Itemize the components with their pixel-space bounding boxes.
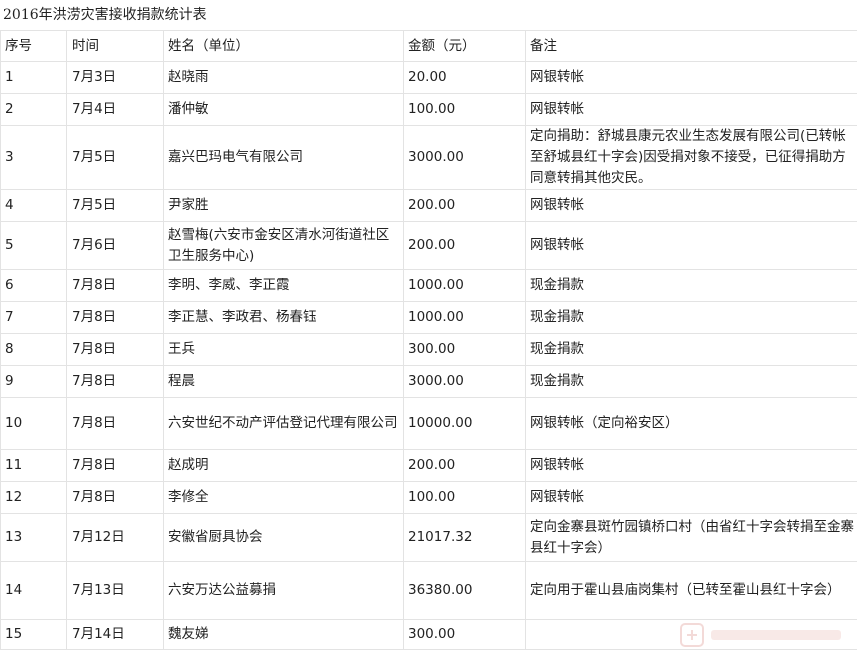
- table-row: 3 7月5日 嘉兴巴玛电气有限公司 3000.00 定向捐助：舒城县康元农业生态发展有限…: [0, 125, 857, 190]
- cell-no: 11: [0, 449, 67, 482]
- cell-no: 6: [0, 269, 67, 302]
- cell-date: 7月5日: [66, 189, 164, 222]
- cell-name: 魏友娣: [163, 619, 404, 650]
- cell-amount: 300.00: [403, 619, 526, 650]
- cell-name: 潘仲敏: [163, 93, 404, 126]
- cell-date: 7月12日: [66, 513, 164, 562]
- cell-name: 赵雪梅(六安市金安区清水河街道社区卫生服务中心): [163, 221, 404, 270]
- cell-no: 13: [0, 513, 67, 562]
- cell-name: 王兵: [163, 333, 404, 366]
- cell-no: 12: [0, 481, 67, 514]
- cell-no: 5: [0, 221, 67, 270]
- cell-note: 网银转帐: [525, 61, 857, 94]
- cell-date: 7月5日: [66, 125, 164, 190]
- table-row: 8 7月8日 王兵 300.00 现金捐款: [0, 333, 857, 366]
- cell-amount: 100.00: [403, 481, 526, 514]
- cell-amount: 200.00: [403, 189, 526, 222]
- cell-date: 7月13日: [66, 561, 164, 620]
- cell-date: 7月4日: [66, 93, 164, 126]
- cell-name: 六安世纪不动产评估登记代理有限公司: [163, 397, 404, 450]
- table-row: 13 7月12日 安徽省厨具协会 21017.32 定向金寨县斑竹园镇桥口村（由省红十字…: [0, 513, 857, 562]
- cell-no: 2: [0, 93, 67, 126]
- cell-amount: 1000.00: [403, 301, 526, 334]
- cell-date: 7月8日: [66, 269, 164, 302]
- cell-amount: 200.00: [403, 221, 526, 270]
- cell-name: 李修全: [163, 481, 404, 514]
- cell-amount: 100.00: [403, 93, 526, 126]
- cell-note: 网银转帐: [525, 189, 857, 222]
- cell-date: 7月8日: [66, 333, 164, 366]
- cell-note: 网银转帐: [525, 93, 857, 126]
- cell-name: 赵成明: [163, 449, 404, 482]
- table-row: 7 7月8日 李正慧、李政君、杨春钰 1000.00 现金捐款: [0, 301, 857, 334]
- donation-table: 序号 时间 姓名（单位） 金额（元） 备注 1 7月3日 赵晓雨 20.00 网银转帐 2…: [0, 30, 857, 650]
- table-row: 4 7月5日 尹家胜 200.00 网银转帐: [0, 189, 857, 222]
- cell-date: 7月3日: [66, 61, 164, 94]
- cell-date: 7月8日: [66, 397, 164, 450]
- cell-note: 定向用于霍山县庙岗集村（已转至霍山县红十字会）: [525, 561, 857, 620]
- cell-name: 李明、李威、李正霞: [163, 269, 404, 302]
- cell-name: 李正慧、李政君、杨春钰: [163, 301, 404, 334]
- cell-note: 现金捐款: [525, 269, 857, 302]
- column-header-no: 序号: [0, 30, 67, 62]
- cell-date: 7月8日: [66, 365, 164, 398]
- cell-date: 7月8日: [66, 301, 164, 334]
- cell-amount: 36380.00: [403, 561, 526, 620]
- cell-date: 7月14日: [66, 619, 164, 650]
- cell-no: 10: [0, 397, 67, 450]
- cell-date: 7月6日: [66, 221, 164, 270]
- column-header-note: 备注: [525, 30, 857, 62]
- cell-note: 现金捐款: [525, 301, 857, 334]
- cell-note: 网银转帐: [525, 449, 857, 482]
- cell-no: 1: [0, 61, 67, 94]
- table-header-row: 序号 时间 姓名（单位） 金额（元） 备注: [0, 30, 857, 62]
- cell-amount: 1000.00: [403, 269, 526, 302]
- cell-date: 7月8日: [66, 481, 164, 514]
- page-title: 2016年洪涝灾害接收捐款统计表: [3, 7, 207, 23]
- cell-amount: 20.00: [403, 61, 526, 94]
- cell-amount: 3000.00: [403, 365, 526, 398]
- cell-note: 现金捐款: [525, 333, 857, 366]
- table-row: 10 7月8日 六安世纪不动产评估登记代理有限公司 10000.00 网银转帐（定向裕安…: [0, 397, 857, 450]
- table-row: 9 7月8日 程晨 3000.00 现金捐款: [0, 365, 857, 398]
- cell-note: 定向金寨县斑竹园镇桥口村（由省红十字会转捐至金寨县红十字会）: [525, 513, 857, 562]
- cell-name: 程晨: [163, 365, 404, 398]
- cell-no: 15: [0, 619, 67, 650]
- table-row: 1 7月3日 赵晓雨 20.00 网银转帐: [0, 61, 857, 94]
- cell-no: 3: [0, 125, 67, 190]
- cell-amount: 21017.32: [403, 513, 526, 562]
- cell-name: 嘉兴巴玛电气有限公司: [163, 125, 404, 190]
- cell-amount: 10000.00: [403, 397, 526, 450]
- cell-name: 六安万达公益募捐: [163, 561, 404, 620]
- cell-amount: 200.00: [403, 449, 526, 482]
- column-header-amount: 金额（元）: [403, 30, 526, 62]
- cell-amount: 3000.00: [403, 125, 526, 190]
- table-row: 6 7月8日 李明、李威、李正霞 1000.00 现金捐款: [0, 269, 857, 302]
- cell-note: 网银转帐: [525, 481, 857, 514]
- cell-name: 赵晓雨: [163, 61, 404, 94]
- cell-no: 4: [0, 189, 67, 222]
- table-row: 5 7月6日 赵雪梅(六安市金安区清水河街道社区卫生服务中心) 200.00 网银转帐: [0, 221, 857, 270]
- cell-note: 现金捐款: [525, 365, 857, 398]
- table-row: 14 7月13日 六安万达公益募捐 36380.00 定向用于霍山县庙岗集村（已转至霍山…: [0, 561, 857, 620]
- column-header-name: 姓名（单位）: [163, 30, 404, 62]
- cell-date: 7月8日: [66, 449, 164, 482]
- cell-note: 网银转帐（定向裕安区）: [525, 397, 857, 450]
- table-row: 11 7月8日 赵成明 200.00 网银转帐: [0, 449, 857, 482]
- table-row: 2 7月4日 潘仲敏 100.00 网银转帐: [0, 93, 857, 126]
- cell-no: 7: [0, 301, 67, 334]
- cell-no: 8: [0, 333, 67, 366]
- cell-no: 14: [0, 561, 67, 620]
- cell-amount: 300.00: [403, 333, 526, 366]
- cell-note: 定向捐助：舒城县康元农业生态发展有限公司(已转帐至舒城县红十字会)因受捐对象不接…: [525, 125, 857, 190]
- watermark-logo: [680, 623, 841, 647]
- cell-no: 9: [0, 365, 67, 398]
- cell-name: 安徽省厨具协会: [163, 513, 404, 562]
- cell-note: 网银转帐: [525, 221, 857, 270]
- table-row: 12 7月8日 李修全 100.00 网银转帐: [0, 481, 857, 514]
- column-header-date: 时间: [66, 30, 164, 62]
- cell-name: 尹家胜: [163, 189, 404, 222]
